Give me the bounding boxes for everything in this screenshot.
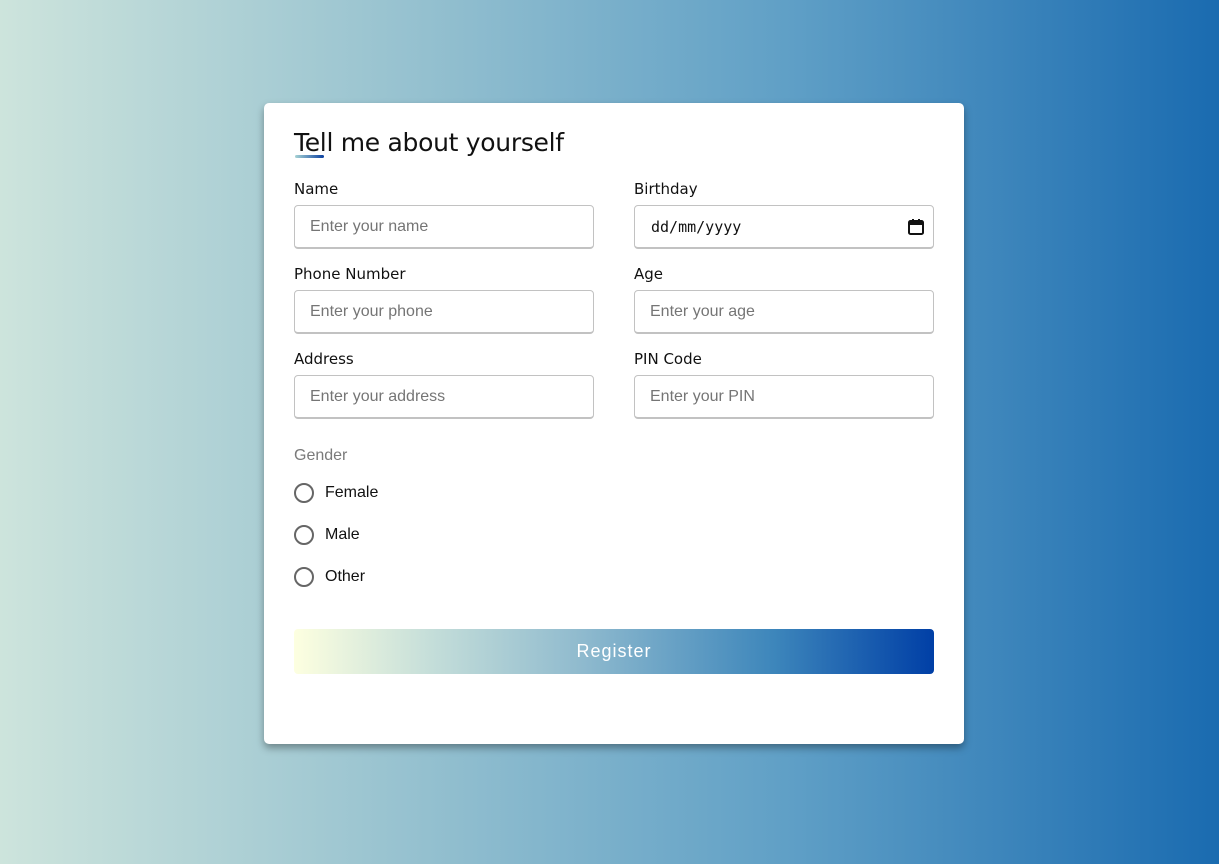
gender-option-label: Male bbox=[325, 526, 360, 543]
calendar-icon[interactable] bbox=[907, 218, 925, 236]
radio-button-female[interactable] bbox=[294, 483, 314, 503]
pin-input[interactable] bbox=[634, 375, 934, 419]
register-button[interactable]: Register bbox=[294, 629, 934, 674]
address-field-group: Address bbox=[294, 349, 594, 419]
birthday-field-group: Birthday dd/mm/yyyy bbox=[634, 179, 934, 249]
gender-group: Gender Female Male Other bbox=[294, 446, 934, 598]
gender-option-other[interactable]: Other bbox=[294, 556, 934, 598]
gender-option-male[interactable]: Male bbox=[294, 514, 934, 556]
radio-button-male[interactable] bbox=[294, 525, 314, 545]
form-fields-grid: Name Birthday dd/mm/yyyy Phone Number bbox=[294, 179, 934, 419]
title-underline bbox=[295, 155, 324, 158]
phone-label: Phone Number bbox=[294, 265, 406, 283]
birthday-value: dd/mm/yyyy bbox=[651, 217, 742, 236]
phone-field-group: Phone Number bbox=[294, 264, 594, 334]
address-input[interactable] bbox=[294, 375, 594, 419]
registration-card: Tell me about yourself Name Birthday dd/… bbox=[264, 103, 964, 744]
form-title: Tell me about yourself bbox=[294, 127, 934, 161]
birthday-input[interactable]: dd/mm/yyyy bbox=[634, 205, 934, 249]
age-input[interactable] bbox=[634, 290, 934, 334]
gender-option-female[interactable]: Female bbox=[294, 472, 934, 514]
pin-label: PIN Code bbox=[634, 350, 702, 368]
age-field-group: Age bbox=[634, 264, 934, 334]
gender-option-label: Female bbox=[325, 484, 379, 501]
form-title-text: Tell me about yourself bbox=[294, 128, 564, 157]
pin-field-group: PIN Code bbox=[634, 349, 934, 419]
gender-label: Gender bbox=[294, 447, 348, 464]
phone-input[interactable] bbox=[294, 290, 594, 334]
name-label: Name bbox=[294, 180, 339, 198]
gender-option-label: Other bbox=[325, 568, 366, 585]
radio-button-other[interactable] bbox=[294, 567, 314, 587]
name-input[interactable] bbox=[294, 205, 594, 249]
address-label: Address bbox=[294, 350, 354, 368]
age-label: Age bbox=[634, 265, 664, 283]
birthday-label: Birthday bbox=[634, 180, 698, 198]
name-field-group: Name bbox=[294, 179, 594, 249]
